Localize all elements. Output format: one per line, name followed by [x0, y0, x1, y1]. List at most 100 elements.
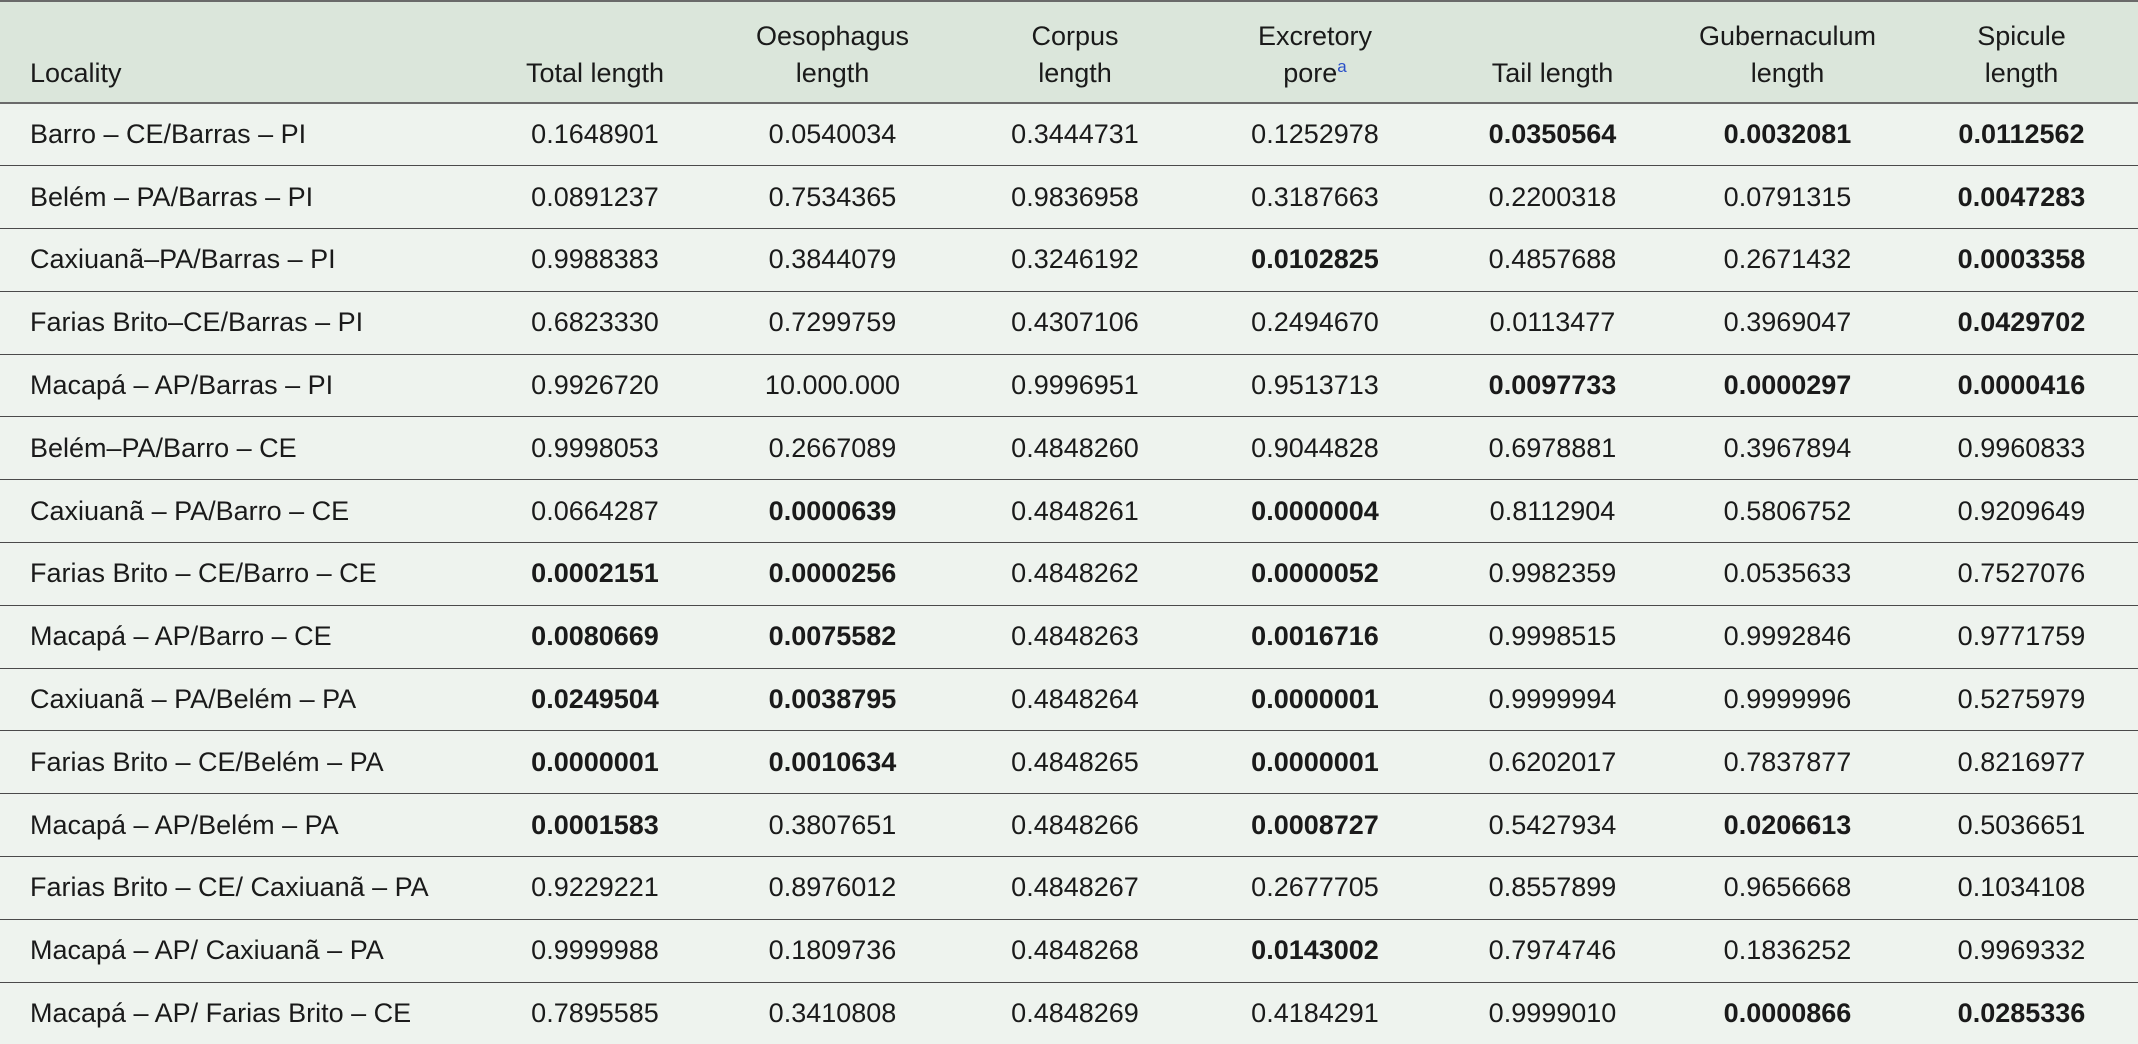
value-cell: 0.4848263: [955, 605, 1195, 669]
value-cell: 0.0429702: [1905, 291, 2138, 355]
value-cell: 0.0249504: [480, 668, 710, 732]
value-cell: 0.4848268: [955, 919, 1195, 983]
value-cell: 0.3967894: [1670, 416, 1905, 481]
value-cell: 0.0664287: [480, 479, 710, 544]
value-cell: 0.4848265: [955, 730, 1195, 795]
value-cell: 0.0075582: [710, 605, 955, 669]
value-cell: 0.4848262: [955, 542, 1195, 606]
value-cell: 0.6202017: [1435, 730, 1670, 795]
table-row: Caxiuanã – PA/Barro – CE 0.0664287 0.00006…: [0, 479, 2138, 544]
column-header-text: length: [1984, 58, 2059, 88]
value-cell: 0.9996951: [955, 354, 1195, 418]
value-cell: 0.3187663: [1195, 165, 1435, 230]
value-cell: 0.9998515: [1435, 605, 1670, 669]
value-cell: 0.1836252: [1670, 919, 1905, 983]
column-header-line: Total length: [490, 55, 700, 92]
value-cell: 0.0000052: [1195, 542, 1435, 606]
table-row: Caxiuanã–PA/Barras – PI 0.9988383 0.384407…: [0, 228, 2138, 292]
value-cell: 0.9656668: [1670, 856, 1905, 920]
column-header-text: Oesophagus: [755, 21, 910, 51]
value-cell: 0.8976012: [710, 856, 955, 920]
column-header-line: length: [1680, 55, 1895, 92]
column-header-line: Tail length: [1445, 55, 1660, 92]
value-cell: 0.0097733: [1435, 354, 1670, 418]
value-cell: 0.7534365: [710, 165, 955, 230]
footnote-marker[interactable]: a: [1337, 57, 1346, 76]
table-row: Macapá – AP/Barras – PI 0.9926720 10.000.0…: [0, 354, 2138, 418]
value-cell: 0.0002151: [480, 542, 710, 606]
column-header-line: length: [965, 55, 1185, 92]
value-cell: 0.0535633: [1670, 542, 1905, 606]
header-row: Locality Total length Oesophagus length Corp…: [0, 0, 2138, 104]
column-header-line: Gubernaculum: [1680, 18, 1895, 55]
table-row: Macapá – AP/Barro – CE 0.0080669 0.0075582…: [0, 605, 2138, 669]
results-table: Locality Total length Oesophagus length Corp…: [0, 0, 2138, 1044]
locality-cell: Farias Brito – CE/Barro – CE: [0, 542, 480, 606]
table-row: Farias Brito – CE/Barro – CE 0.0002151 0.0…: [0, 542, 2138, 606]
column-header-line: Excretory: [1205, 18, 1425, 55]
value-cell: 0.9999994: [1435, 668, 1670, 732]
locality-cell: Caxiuanã – PA/Barro – CE: [0, 479, 480, 544]
value-cell: 0.0000639: [710, 479, 955, 544]
column-header-7: Spicule length: [1905, 0, 2138, 104]
value-cell: 0.2671432: [1670, 228, 1905, 292]
value-cell: 0.0001583: [480, 793, 710, 858]
value-cell: 0.1252978: [1195, 103, 1435, 167]
column-header-line: Oesophagus: [720, 18, 945, 55]
value-cell: 0.7527076: [1905, 542, 2138, 606]
value-cell: 0.9209649: [1905, 479, 2138, 544]
column-header-text: length: [795, 58, 870, 88]
column-header-line: Locality: [30, 55, 470, 92]
locality-cell: Macapá – AP/ Caxiuanã – PA: [0, 919, 480, 983]
value-cell: 0.4848264: [955, 668, 1195, 732]
value-cell: 0.0016716: [1195, 605, 1435, 669]
table-row: Macapá – AP/ Farias Brito – CE 0.7895585 0…: [0, 982, 2138, 1044]
value-cell: 0.3844079: [710, 228, 955, 292]
column-header-4: Excretory porea: [1195, 0, 1435, 104]
table-row: Farias Brito – CE/ Caxiuanã – PA 0.922922…: [0, 856, 2138, 920]
value-cell: 0.9988383: [480, 228, 710, 292]
value-cell: 0.4848269: [955, 982, 1195, 1044]
locality-cell: Macapá – AP/Barro – CE: [0, 605, 480, 669]
value-cell: 0.6823330: [480, 291, 710, 355]
locality-cell: Macapá – AP/Belém – PA: [0, 793, 480, 858]
value-cell: 0.0038795: [710, 668, 955, 732]
value-cell: 0.0000866: [1670, 982, 1905, 1044]
table-row: Farias Brito – CE/Belém – PA 0.0000001 0.0…: [0, 730, 2138, 795]
value-cell: 0.0032081: [1670, 103, 1905, 167]
value-cell: 0.0350564: [1435, 103, 1670, 167]
value-cell: 0.3807651: [710, 793, 955, 858]
table-row: Macapá – AP/ Caxiuanã – PA 0.9999988 0.180…: [0, 919, 2138, 983]
locality-cell: Belém – PA/Barras – PI: [0, 165, 480, 230]
value-cell: 0.0000001: [480, 730, 710, 795]
column-header-line: length: [720, 55, 945, 92]
value-cell: 0.4848260: [955, 416, 1195, 481]
value-cell: 0.9229221: [480, 856, 710, 920]
column-header-5: Tail length: [1435, 0, 1670, 104]
locality-cell: Barro – CE/Barras – PI: [0, 103, 480, 167]
locality-cell: Farias Brito–CE/Barras – PI: [0, 291, 480, 355]
column-header-text: Gubernaculum: [1698, 21, 1877, 51]
value-cell: 0.9771759: [1905, 605, 2138, 669]
locality-cell: Macapá – AP/ Farias Brito – CE: [0, 982, 480, 1044]
value-cell: 0.0112562: [1905, 103, 2138, 167]
locality-cell: Farias Brito – CE/Belém – PA: [0, 730, 480, 795]
value-cell: 0.9999988: [480, 919, 710, 983]
column-header-line: Corpus: [965, 18, 1185, 55]
value-cell: 0.9926720: [480, 354, 710, 418]
value-cell: 0.7895585: [480, 982, 710, 1044]
value-cell: 0.7974746: [1435, 919, 1670, 983]
table-row: Belém – PA/Barras – PI 0.0891237 0.7534365…: [0, 165, 2138, 230]
value-cell: 0.2667089: [710, 416, 955, 481]
value-cell: 0.5806752: [1670, 479, 1905, 544]
value-cell: 0.9999010: [1435, 982, 1670, 1044]
value-cell: 0.0540034: [710, 103, 955, 167]
value-cell: 0.0000001: [1195, 668, 1435, 732]
value-cell: 0.6978881: [1435, 416, 1670, 481]
value-cell: 0.9999996: [1670, 668, 1905, 732]
value-cell: 0.5036651: [1905, 793, 2138, 858]
column-header-6: Gubernaculum length: [1670, 0, 1905, 104]
value-cell: 0.9836958: [955, 165, 1195, 230]
value-cell: 0.8557899: [1435, 856, 1670, 920]
column-header-line: Spicule: [1915, 18, 2128, 55]
